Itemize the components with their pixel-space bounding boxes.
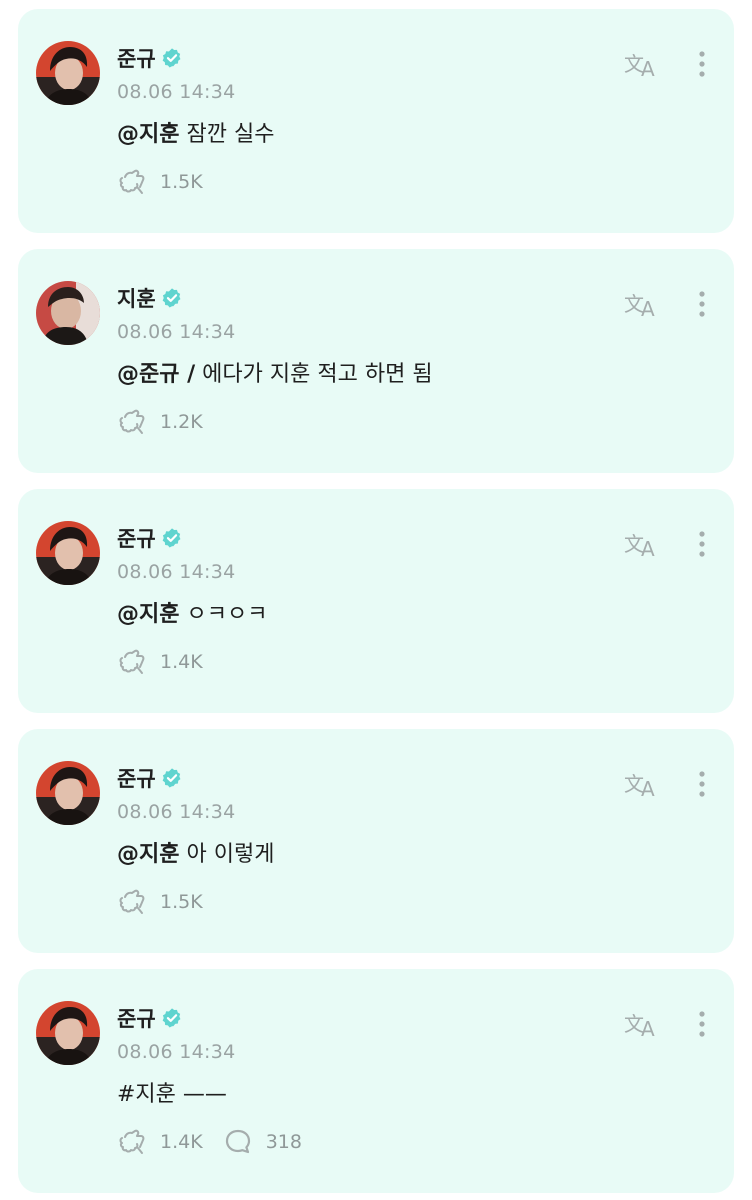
mention-link[interactable]: @지훈 [117, 842, 179, 867]
translate-icon: 文A [623, 49, 661, 79]
post-text: @준규 / 에다가 지훈 적고 하면 됨 [117, 356, 433, 388]
avatar[interactable] [36, 1001, 100, 1065]
author-row: 준규 [117, 43, 183, 73]
avatar[interactable] [36, 761, 100, 825]
post-body: #지훈 —— [117, 1082, 227, 1107]
post-card[interactable]: 준규 08.06 14:34 @지훈 ㅇㅋㅇㅋ 1.4K 文A [18, 489, 734, 713]
more-vertical-icon [698, 769, 706, 799]
more-options-button[interactable] [690, 767, 714, 801]
avatar[interactable] [36, 281, 100, 345]
like-count: 1.2K [160, 411, 203, 433]
svg-text:A: A [641, 297, 655, 319]
post-timestamp: 08.06 14:34 [117, 81, 236, 103]
post-stats: 1.4K [117, 647, 223, 677]
author-name[interactable]: 준규 [117, 523, 156, 553]
translate-button[interactable]: 文A [622, 287, 662, 321]
post-card[interactable]: 준규 08.06 14:34 #지훈 —— 1.4K 318 文A [18, 969, 734, 1193]
post-text: @지훈 잠깐 실수 [117, 116, 274, 148]
post-text: @지훈 ㅇㅋㅇㅋ [117, 596, 267, 628]
author-name[interactable]: 준규 [117, 1003, 156, 1033]
post-timestamp: 08.06 14:34 [117, 321, 236, 343]
mention-link[interactable]: @지훈 [117, 122, 179, 147]
more-vertical-icon [698, 49, 706, 79]
like-button[interactable]: 1.5K [117, 167, 203, 197]
like-count: 1.5K [160, 891, 203, 913]
like-icon [117, 167, 147, 197]
more-vertical-icon [698, 289, 706, 319]
translate-button[interactable]: 文A [622, 47, 662, 81]
svg-text:A: A [641, 777, 655, 799]
verified-badge-icon [161, 527, 183, 549]
more-vertical-icon [698, 1009, 706, 1039]
post-stats: 1.5K [117, 887, 223, 917]
author-row: 준규 [117, 523, 183, 553]
like-button[interactable]: 1.4K [117, 1127, 203, 1157]
post-stats: 1.4K 318 [117, 1127, 322, 1157]
avatar[interactable] [36, 41, 100, 105]
like-button[interactable]: 1.4K [117, 647, 203, 677]
post-stats: 1.2K [117, 407, 223, 437]
more-vertical-icon [698, 529, 706, 559]
translate-icon: 文A [623, 769, 661, 799]
like-icon [117, 407, 147, 437]
like-icon [117, 647, 147, 677]
verified-badge-icon [161, 767, 183, 789]
svg-text:A: A [641, 1017, 655, 1039]
svg-text:A: A [641, 57, 655, 79]
mention-link[interactable]: @지훈 [117, 602, 179, 627]
more-options-button[interactable] [690, 47, 714, 81]
verified-badge-icon [161, 1007, 183, 1029]
verified-badge-icon [161, 47, 183, 69]
post-body: 잠깐 실수 [179, 122, 275, 147]
author-name[interactable]: 지훈 [117, 283, 156, 313]
translate-icon: 文A [623, 1009, 661, 1039]
author-row: 준규 [117, 1003, 183, 1033]
like-button[interactable]: 1.5K [117, 887, 203, 917]
author-row: 준규 [117, 763, 183, 793]
like-button[interactable]: 1.2K [117, 407, 203, 437]
author-row: 지훈 [117, 283, 183, 313]
author-name[interactable]: 준규 [117, 763, 156, 793]
translate-button[interactable]: 文A [622, 527, 662, 561]
post-text: #지훈 —— [117, 1076, 227, 1108]
avatar[interactable] [36, 521, 100, 585]
translate-button[interactable]: 文A [622, 767, 662, 801]
like-count: 1.5K [160, 171, 203, 193]
like-count: 1.4K [160, 651, 203, 673]
like-icon [117, 1127, 147, 1157]
post-body: 에다가 지훈 적고 하면 됨 [195, 362, 433, 387]
like-count: 1.4K [160, 1131, 203, 1153]
post-stats: 1.5K [117, 167, 223, 197]
comment-icon [223, 1127, 253, 1157]
more-options-button[interactable] [690, 287, 714, 321]
comment-button[interactable]: 318 [223, 1127, 302, 1157]
mention-link[interactable]: @준규 / [117, 362, 195, 387]
comment-count: 318 [265, 1131, 302, 1153]
translate-icon: 文A [623, 529, 661, 559]
more-options-button[interactable] [690, 527, 714, 561]
post-timestamp: 08.06 14:34 [117, 561, 236, 583]
more-options-button[interactable] [690, 1007, 714, 1041]
post-timestamp: 08.06 14:34 [117, 801, 236, 823]
svg-text:A: A [641, 537, 655, 559]
like-icon [117, 887, 147, 917]
post-timestamp: 08.06 14:34 [117, 1041, 236, 1063]
post-text: @지훈 아 이렇게 [117, 836, 274, 868]
translate-button[interactable]: 文A [622, 1007, 662, 1041]
translate-icon: 文A [623, 289, 661, 319]
post-card[interactable]: 준규 08.06 14:34 @지훈 잠깐 실수 1.5K 文A [18, 9, 734, 233]
post-body: 아 이렇게 [179, 842, 275, 867]
verified-badge-icon [161, 287, 183, 309]
author-name[interactable]: 준규 [117, 43, 156, 73]
post-card[interactable]: 준규 08.06 14:34 @지훈 아 이렇게 1.5K 文A [18, 729, 734, 953]
post-body: ㅇㅋㅇㅋ [179, 602, 268, 627]
post-card[interactable]: 지훈 08.06 14:34 @준규 / 에다가 지훈 적고 하면 됨 1.2K… [18, 249, 734, 473]
